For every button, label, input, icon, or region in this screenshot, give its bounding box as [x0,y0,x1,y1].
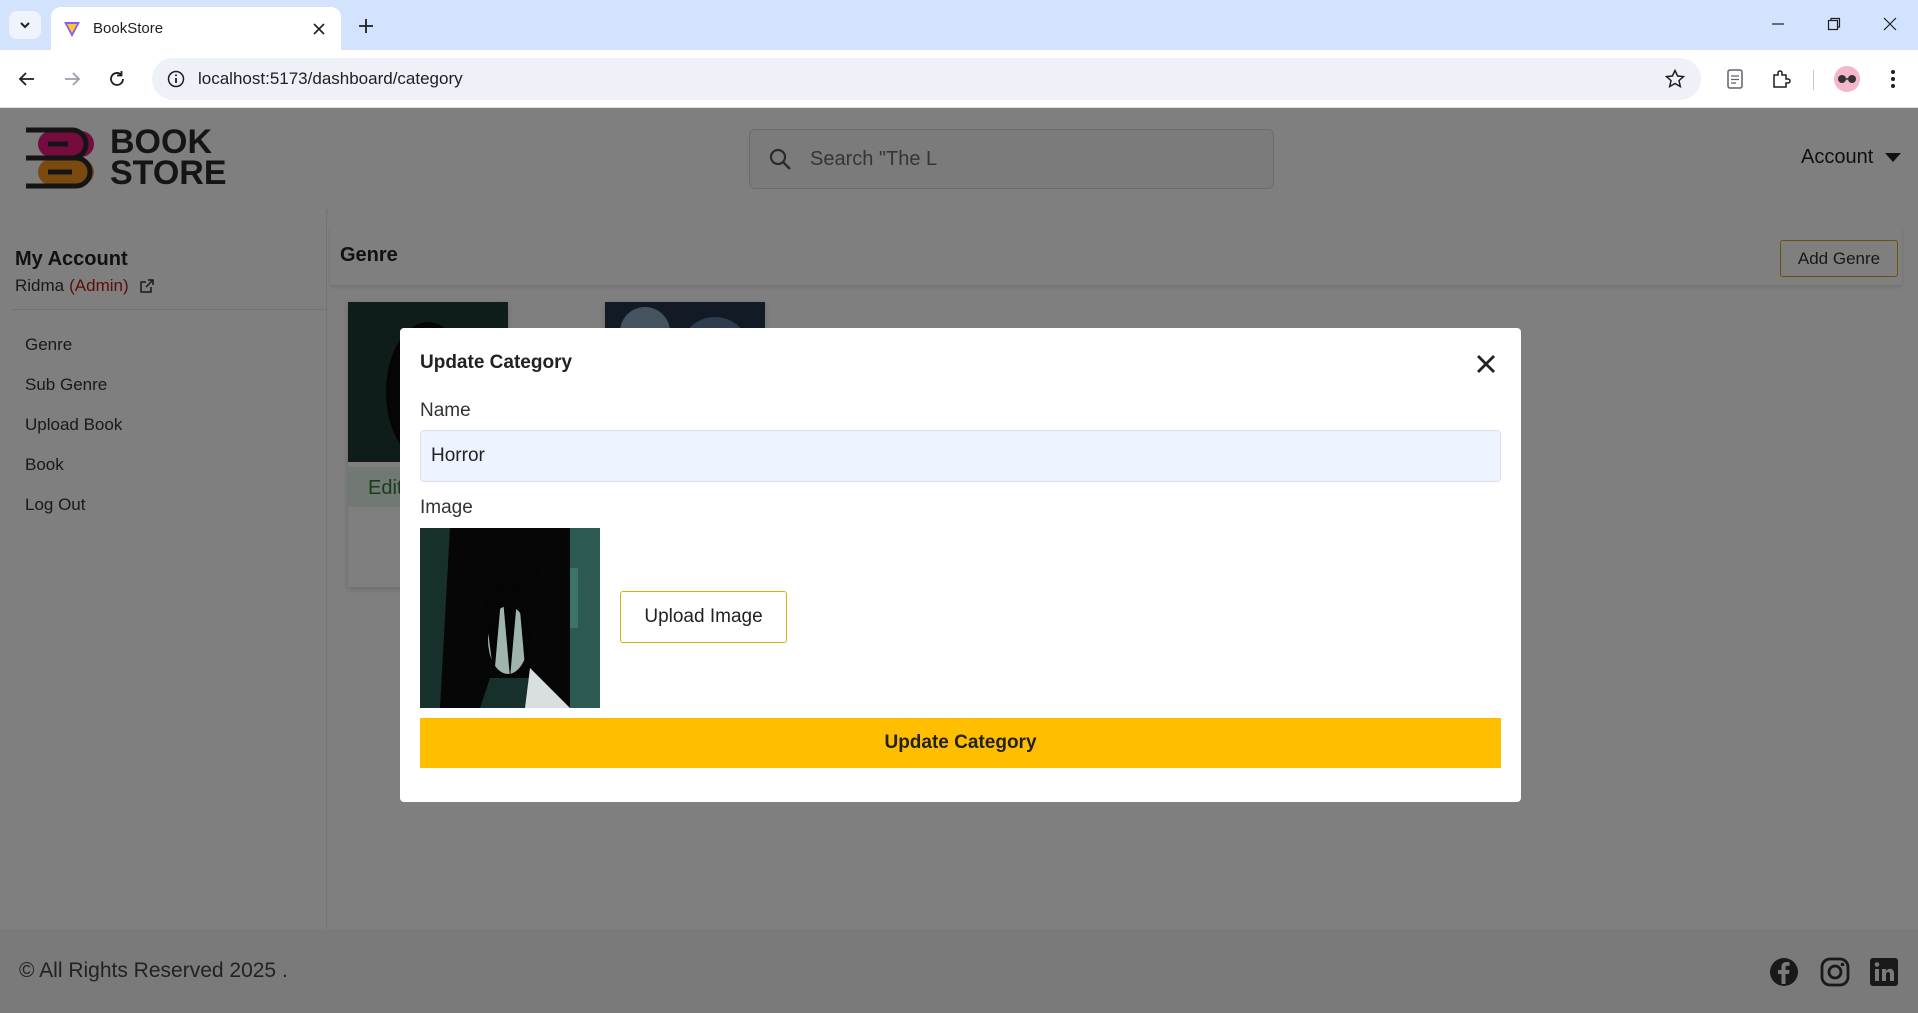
address-bar[interactable]: localhost:5173/dashboard/category [152,58,1701,100]
browser-toolbar: localhost:5173/dashboard/category [0,50,1918,108]
upload-image-button[interactable]: Upload Image [620,591,787,643]
profile-avatar[interactable] [1831,63,1863,95]
category-image-preview [420,528,600,708]
site-info-icon[interactable] [158,58,194,100]
bookmark-star-icon[interactable] [1655,58,1695,100]
modal-title: Update Category [420,352,573,373]
tab-close-icon[interactable] [309,19,329,39]
vite-favicon-icon [64,21,80,37]
reload-icon[interactable] [101,63,133,95]
minimize-icon[interactable] [1758,8,1798,40]
browser-tab[interactable]: BookStore [51,7,341,50]
browser-tab-bar: BookStore [0,0,1918,50]
new-tab-icon[interactable] [352,12,380,40]
close-icon[interactable] [1472,350,1500,378]
browser-menu-icon[interactable] [1877,63,1909,95]
extensions-icon[interactable] [1765,63,1797,95]
update-category-modal: Update Category Name Image Upload Image … [400,328,1521,802]
reading-mode-icon[interactable] [1719,63,1751,95]
restore-icon[interactable] [1814,8,1854,40]
tab-search-button[interactable] [9,11,41,39]
close-window-icon[interactable] [1870,8,1910,40]
page: BOOK STORE Account My Account Ridma (Adm… [0,108,1918,1013]
update-category-button[interactable]: Update Category [420,718,1501,768]
modal-overlay[interactable]: Update Category Name Image Upload Image … [0,108,1918,1013]
name-field[interactable] [420,430,1501,482]
avatar [1834,66,1860,92]
toolbar-divider [1813,70,1814,90]
chevron-down-icon [20,22,30,29]
name-label: Name [420,400,471,421]
forward-arrow-icon[interactable] [56,63,88,95]
tab-title: BookStore [93,20,164,37]
image-label: Image [420,497,473,518]
back-arrow-icon[interactable] [11,63,43,95]
url-text: localhost:5173/dashboard/category [198,69,463,88]
